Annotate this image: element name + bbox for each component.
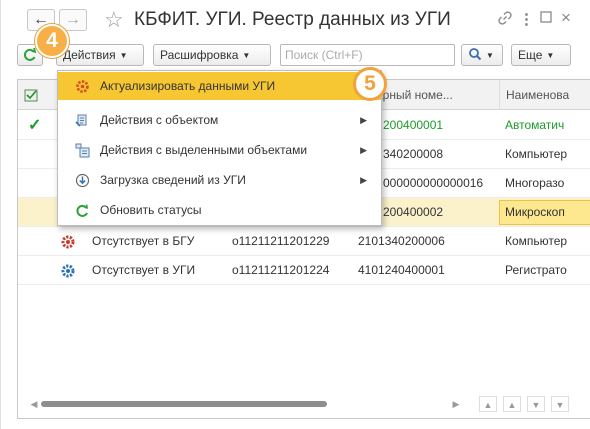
more-label: Еще (518, 48, 543, 62)
chevron-down-icon: ▼ (119, 51, 128, 60)
refresh-icon (76, 204, 88, 217)
menu-item-label: Действия с объектом (100, 113, 219, 127)
status-cell: Отсутствует в БГУ (92, 234, 195, 248)
menu-item-load-from-ugi[interactable]: Загрузка сведений из УГИ ▶ (58, 166, 381, 194)
name-cell: Компьютер (505, 234, 568, 248)
actions-label: Действия (63, 48, 116, 62)
search-button[interactable]: ▼ (461, 44, 503, 66)
selected-objects-icon (75, 143, 90, 158)
scroll-top-icon[interactable]: ▲ (479, 396, 497, 412)
inventory-cell: 200400002 (383, 205, 444, 219)
menu-item-label: Актуализировать данными УГИ (100, 79, 276, 93)
status-cell: Отсутствует в УГИ (92, 263, 196, 277)
maximize-icon[interactable] (539, 10, 553, 28)
menu-item-object-actions[interactable]: Действия с объектом ▶ (58, 106, 381, 134)
chevron-right-icon: ▶ (360, 115, 367, 125)
actions-dropdown-menu: Актуализировать данными УГИ Действия с о… (57, 70, 382, 226)
gear-red-icon (60, 227, 80, 256)
decode-label: Расшифровка (160, 48, 239, 62)
chevron-right-icon: ▶ (360, 175, 367, 185)
code-cell: о11211211201229 (232, 234, 330, 248)
code-cell: о11211211201224 (232, 263, 330, 277)
scroll-bottom-icon[interactable]: ▼ (551, 396, 569, 412)
page-title: КБФИТ. УГИ. Реестр данных из УГИ (134, 9, 451, 30)
name-cell: Многоразо (505, 176, 565, 190)
inventory-cell: 200400001 (383, 118, 444, 132)
chevron-down-icon: ▼ (546, 51, 555, 60)
step-5-badge: 5 (353, 67, 387, 101)
menu-item-label: Загрузка сведений из УГИ (100, 173, 246, 187)
actions-button[interactable]: Действия ▼ (56, 44, 144, 66)
scrollbar-thumb[interactable] (41, 401, 327, 407)
scroll-down-icon[interactable]: ▼ (527, 396, 545, 412)
menu-item-label: Обновить статусы (100, 203, 202, 217)
header-name[interactable]: Наименова (499, 80, 590, 110)
step-4-badge: 4 (35, 24, 69, 58)
chevron-right-icon: ▶ (360, 145, 367, 155)
menu-item-update-from-ugi[interactable]: Актуализировать данными УГИ (58, 72, 381, 100)
more-vertical-icon[interactable]: ⋮ (519, 10, 534, 28)
check-icon: ✓ (28, 117, 42, 134)
name-cell: Автоматич (505, 118, 565, 132)
decode-button[interactable]: Расшифровка ▼ (153, 44, 271, 66)
gear-blue-icon (60, 256, 80, 285)
star-icon[interactable]: ☆ (104, 7, 124, 33)
menu-item-label: Действия с выделенными объектами (100, 143, 308, 157)
inventory-cell: 340200008 (383, 147, 444, 161)
select-all-header[interactable] (18, 80, 52, 110)
update-icon (76, 80, 89, 93)
link-icon[interactable] (497, 10, 513, 30)
magnifier-icon (469, 48, 482, 61)
chevron-down-icon: ▼ (486, 51, 494, 60)
chevron-down-icon: ▼ (242, 51, 251, 60)
inventory-cell: 4101240400001 (358, 263, 445, 277)
object-actions-icon (75, 114, 87, 127)
scroll-right-icon[interactable]: ▶ (447, 396, 465, 412)
more-button[interactable]: Еще ▼ (511, 44, 571, 66)
horizontal-scrollbar[interactable] (27, 398, 467, 410)
scroll-up-icon[interactable]: ▲ (503, 396, 521, 412)
menu-item-refresh-statuses[interactable]: Обновить статусы (58, 196, 381, 224)
search-input[interactable] (280, 44, 455, 66)
name-cell: Компьютер (505, 147, 568, 161)
download-icon (75, 173, 90, 188)
table-row[interactable]: Отсутствует в БГУ о11211211201229 210134… (18, 227, 590, 256)
arrow-right-icon: → (65, 11, 81, 28)
window: ← → ☆ КБФИТ. УГИ. Реестр данных из УГИ ⋮… (0, 0, 590, 429)
menu-item-selected-objects[interactable]: Действия с выделенными объектами ▶ (58, 136, 381, 164)
inventory-cell: 2101340200006 (358, 234, 445, 248)
name-cell: Регистрато (505, 263, 567, 277)
close-icon[interactable]: × (561, 8, 571, 28)
inventory-cell: 000000000000016 (383, 176, 484, 190)
name-cell: Микроскоп (505, 205, 565, 219)
checklist-icon (24, 89, 38, 102)
table-row[interactable]: Отсутствует в УГИ о11211211201224 410124… (18, 256, 590, 285)
title-bar: ← → ☆ КБФИТ. УГИ. Реестр данных из УГИ ⋮… (1, 0, 590, 40)
